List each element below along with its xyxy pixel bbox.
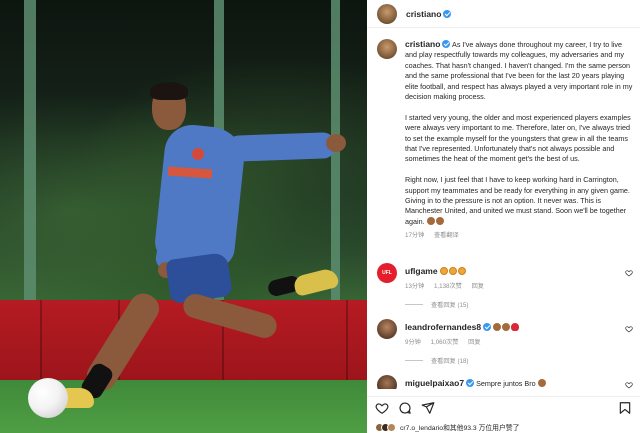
view-replies-button[interactable]: 查看回复 (15) [405, 300, 635, 309]
verified-badge-icon [443, 9, 452, 18]
comment-likes[interactable]: 1,138次赞 [434, 283, 462, 290]
fire-emoji-icon [457, 267, 466, 275]
muscle-emoji-icon [537, 379, 546, 387]
comment-time: 9分钟 [405, 339, 421, 346]
comment-item: miguelpaixao7 Sempre juntos Bro [377, 375, 635, 389]
commenter-username[interactable]: miguelpaixao7 [405, 378, 464, 388]
photo-player [0, 0, 367, 433]
muscle-emoji-icon [435, 216, 444, 225]
caption-meta: 17分钟 查看翻译 [405, 230, 635, 239]
fire-emoji-icon [439, 267, 448, 275]
comments-list[interactable]: cristiano As I've always done throughout… [367, 29, 640, 389]
verified-badge-icon [442, 40, 451, 48]
post-action-bar [367, 396, 640, 418]
liked-by[interactable]: cr7.o_lendario和其他93.3 万位用户赞了 [375, 421, 640, 433]
paper-plane-icon[interactable] [421, 401, 435, 415]
muscle-emoji-icon [502, 323, 511, 331]
commenter-avatar[interactable]: UFL [377, 263, 397, 283]
commenter-avatar[interactable] [377, 375, 397, 389]
caption: cristiano As I've always done throughout… [377, 39, 635, 239]
heart-emoji-icon [511, 323, 520, 331]
photo-football [28, 378, 68, 418]
comment-reply-button[interactable]: 回复 [472, 283, 484, 290]
comment-time: 13分钟 [405, 283, 425, 290]
author-avatar[interactable] [377, 3, 397, 24]
comment-item: leandrofernandes8 9分钟 1,060次赞 回复 查看回复 (1… [377, 319, 635, 365]
caption-time: 17分钟 [405, 232, 425, 240]
comment-bubble-icon[interactable] [398, 401, 412, 415]
caption-paragraph: I started very young, the older and most… [405, 112, 631, 164]
post-header: cristiano [367, 0, 640, 28]
view-replies-button[interactable]: 查看回复 (18) [405, 356, 635, 365]
post-photo[interactable] [0, 0, 367, 433]
commenter-avatar[interactable] [377, 319, 397, 339]
comment-like-heart-icon[interactable] [625, 269, 633, 277]
caption-text: cristiano As I've always done throughout… [405, 39, 635, 227]
caption-username[interactable]: cristiano [405, 39, 440, 49]
commenter-username[interactable]: uflgame [405, 266, 438, 276]
liker-avatar [387, 422, 396, 432]
liked-by-text: cr7.o_lendario和其他93.3 万位用户赞了 [400, 425, 520, 432]
comment-text: Sempre juntos Bro [476, 379, 536, 388]
commenter-username[interactable]: leandrofernandes8 [405, 322, 481, 332]
comment-item: UFL uflgame 13分钟 1,138次赞 回复 查看回复 (15) [377, 263, 635, 309]
verified-badge-icon [466, 379, 475, 387]
caption-author-avatar[interactable] [377, 39, 397, 59]
muscle-emoji-icon [426, 216, 435, 225]
heart-outline-icon[interactable] [375, 401, 389, 415]
fire-emoji-icon [448, 267, 457, 275]
muscle-emoji-icon [493, 323, 502, 331]
comment-likes[interactable]: 1,060次赞 [431, 339, 459, 346]
translate-link[interactable]: 查看翻译 [434, 232, 459, 239]
comment-like-heart-icon[interactable] [625, 325, 633, 333]
comment-like-heart-icon[interactable] [625, 381, 633, 389]
caption-paragraph: As I've always done throughout my career… [405, 40, 633, 102]
post-side-panel: cristiano cristiano As I've always done … [367, 0, 640, 433]
comment-reply-button[interactable]: 回复 [468, 339, 480, 346]
verified-badge-icon [483, 323, 492, 331]
bookmark-icon[interactable] [618, 401, 632, 415]
author-username[interactable]: cristiano [406, 9, 441, 19]
